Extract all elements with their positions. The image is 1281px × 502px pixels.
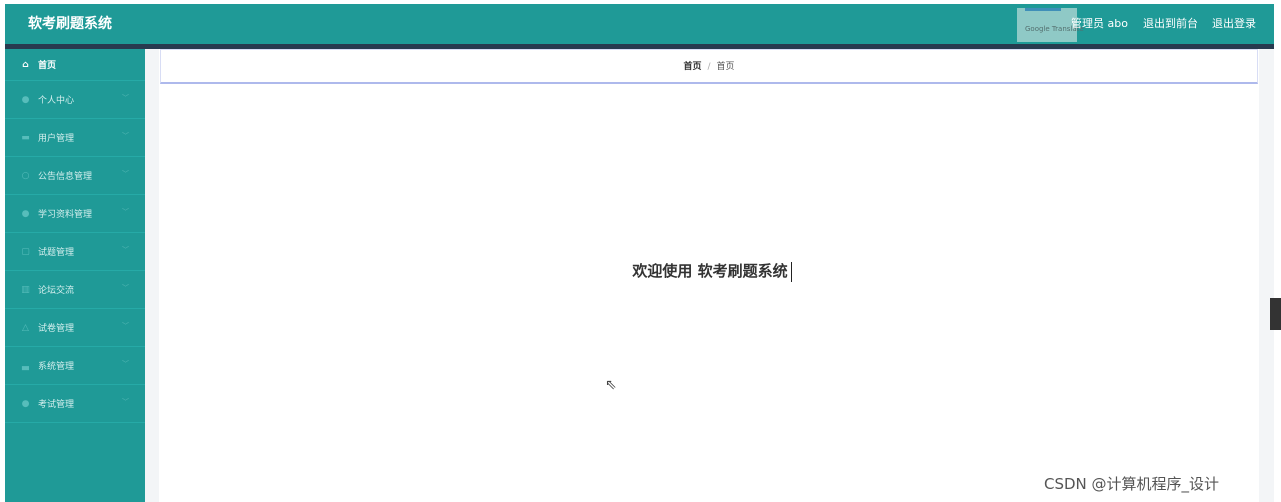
content-gutter-right xyxy=(1259,49,1274,502)
sidebar-item-questions[interactable]: ▢ 试题管理 ﹀ xyxy=(5,233,145,271)
sidebar: ⌂ 首页 ● 个人中心 ﹀ ▬ 用户管理 ﹀ ○ 公告信息管理 ﹀ ● 学习资料… xyxy=(5,49,145,502)
exam-icon: ● xyxy=(21,398,30,409)
chevron-down-icon: ﹀ xyxy=(122,132,129,140)
mouse-pointer-icon: ⇖ xyxy=(605,377,617,393)
sidebar-item-exams[interactable]: ● 考试管理 ﹀ xyxy=(5,385,145,423)
sidebar-item-profile[interactable]: ● 个人中心 ﹀ xyxy=(5,81,145,119)
chevron-down-icon: ﹀ xyxy=(122,170,129,178)
text-caret xyxy=(791,262,792,282)
watermark: CSDN @计算机程序_设计 xyxy=(1044,475,1220,493)
translate-bar xyxy=(1025,8,1061,11)
file-icon: ▢ xyxy=(21,246,30,257)
breadcrumb-trail: 首页 / 首页 xyxy=(161,50,1257,85)
sidebar-item-label: 系统管理 xyxy=(38,362,75,372)
breadcrumb-home-link[interactable]: 首页 xyxy=(683,62,701,72)
sidebar-item-label: 用户管理 xyxy=(38,134,75,144)
logout-link[interactable]: 退出登录 xyxy=(1212,4,1256,44)
home-icon: ⌂ xyxy=(22,59,29,70)
sidebar-item-label: 个人中心 xyxy=(38,96,75,106)
chevron-down-icon: ﹀ xyxy=(122,284,129,292)
admin-user-label: 管理员 abo xyxy=(1071,17,1128,30)
sidebar-item-users[interactable]: ▬ 用户管理 ﹀ xyxy=(5,119,145,157)
chevron-down-icon: ﹀ xyxy=(122,398,129,406)
chevron-down-icon: ﹀ xyxy=(122,322,129,330)
bell-icon: ○ xyxy=(21,170,30,181)
paper-icon: △ xyxy=(22,322,29,333)
user-icon: ● xyxy=(21,94,30,105)
side-collapse-tab[interactable] xyxy=(1270,298,1281,330)
sidebar-item-label: 学习资料管理 xyxy=(38,210,93,220)
content-gutter-left xyxy=(145,49,159,502)
sidebar-item-notices[interactable]: ○ 公告信息管理 ﹀ xyxy=(5,157,145,195)
sidebar-item-label: 考试管理 xyxy=(38,400,75,410)
sidebar-item-forum[interactable]: ▥ 论坛交流 ﹀ xyxy=(5,271,145,309)
chat-icon: ▥ xyxy=(21,284,30,295)
app-title: 软考刷题系统 xyxy=(28,16,112,32)
exit-to-front-link[interactable]: 退出到前台 xyxy=(1143,4,1198,44)
chevron-down-icon: ﹀ xyxy=(122,246,129,254)
sidebar-item-label: 论坛交流 xyxy=(38,286,75,296)
chevron-down-icon: ﹀ xyxy=(122,360,129,368)
breadcrumb: 首页 / 首页 xyxy=(160,49,1258,84)
chevron-down-icon: ﹀ xyxy=(122,208,129,216)
sidebar-item-papers[interactable]: △ 试卷管理 ﹀ xyxy=(5,309,145,347)
gear-icon: ▃ xyxy=(22,360,29,371)
top-bar: 软考刷题系统 Google Translate 管理员 abo 退出到前台 退出… xyxy=(5,4,1274,44)
sidebar-item-materials[interactable]: ● 学习资料管理 ﹀ xyxy=(5,195,145,233)
welcome-title: 欢迎使用 软考刷题系统 xyxy=(632,262,788,280)
sidebar-item-label: 公告信息管理 xyxy=(38,172,93,182)
breadcrumb-current: 首页 xyxy=(716,62,735,72)
sidebar-item-system[interactable]: ▃ 系统管理 ﹀ xyxy=(5,347,145,385)
users-icon: ▬ xyxy=(21,132,30,143)
sidebar-item-label: 首页 xyxy=(38,61,57,71)
sidebar-item-home[interactable]: ⌂ 首页 xyxy=(5,49,145,81)
sidebar-item-label: 试题管理 xyxy=(38,248,75,258)
sidebar-item-label: 试卷管理 xyxy=(38,324,75,334)
google-translate-widget[interactable]: Google Translate xyxy=(1017,8,1084,42)
chevron-down-icon: ﹀ xyxy=(122,94,129,102)
breadcrumb-separator: / xyxy=(707,62,711,72)
book-icon: ● xyxy=(21,208,30,219)
